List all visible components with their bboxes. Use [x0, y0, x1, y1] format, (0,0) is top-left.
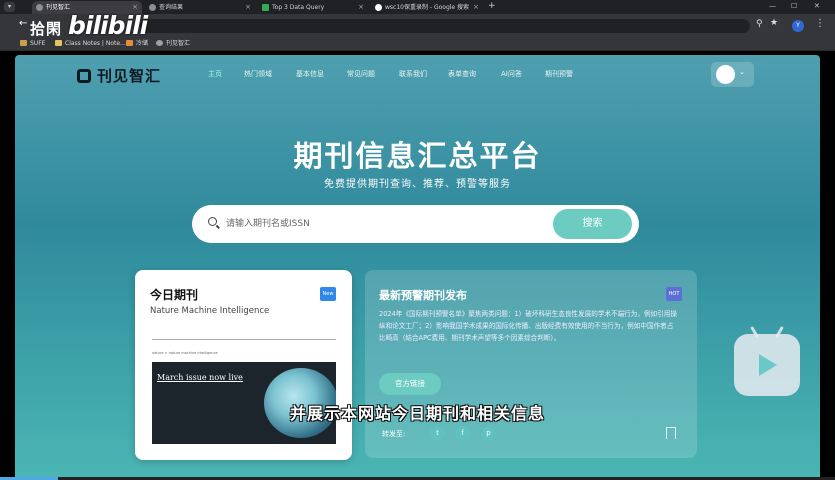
screenshot-heading: March issue now live — [157, 373, 243, 382]
tab-top3-query[interactable]: Top 3 Data Query × — [258, 1, 368, 14]
folder-icon — [20, 40, 27, 46]
nav-home[interactable]: 主页 — [208, 69, 222, 79]
bilibili-logo: bilibili — [68, 11, 148, 40]
tab-query-results[interactable]: 查询结果 × — [145, 1, 255, 14]
tab-google-search[interactable]: wsc10保重录制 - Google 搜索 × — [371, 1, 483, 14]
sheets-favicon-icon — [262, 4, 269, 11]
bilibili-tv-icon — [734, 326, 800, 396]
new-tab-button[interactable]: + — [488, 0, 496, 13]
card-title: 最新预警期刊发布 — [379, 289, 467, 302]
user-menu[interactable]: ⌄ — [711, 62, 754, 87]
facebook-icon[interactable]: f — [455, 426, 470, 441]
bookmark-sufe[interactable]: SUFE — [20, 38, 45, 49]
zoom-icon[interactable]: ⚲ — [756, 19, 763, 29]
google-favicon-icon — [375, 4, 382, 11]
note-icon — [55, 40, 62, 46]
close-window-icon[interactable]: ✕ — [814, 0, 820, 13]
pinterest-icon[interactable]: p — [481, 426, 496, 441]
hot-badge: HOT — [666, 287, 682, 301]
warning-card: 最新预警期刊发布 HOT 2024年《国际期刊预警名单》聚焦两类问题：1）破坏科… — [365, 270, 697, 458]
play-icon — [759, 354, 777, 376]
bookmark-label: 刊见智汇 — [166, 40, 191, 47]
new-badge: New — [320, 287, 336, 301]
journal-name: Nature Machine Intelligence — [150, 306, 270, 316]
hero-subtitle: 免费提供期刊查询、推荐、预警等服务 — [324, 179, 511, 190]
nav-hot-fields[interactable]: 热门领域 — [244, 69, 272, 79]
tab-favicon-icon — [36, 4, 43, 11]
minimize-icon[interactable]: — — [769, 0, 776, 13]
bookmark-kanjian[interactable]: 刊见智汇 — [156, 38, 190, 49]
tab-favicon-icon — [149, 4, 156, 11]
nav-contact[interactable]: 联系我们 — [399, 69, 427, 79]
nav-basic-info[interactable]: 基本信息 — [296, 69, 324, 79]
logo-icon — [77, 69, 91, 83]
back-arrow-icon[interactable]: ← — [19, 18, 27, 29]
warning-text: 2024年《国际期刊预警名单》聚焦两类问题：1）破坏科研生态良性发展的学术不端行… — [379, 310, 677, 342]
bookmark-label: SUFE — [30, 40, 46, 47]
maximize-icon[interactable]: ☐ — [791, 0, 797, 13]
tab-search-button[interactable]: ▾ — [4, 2, 15, 12]
video-subtitle: 并展示本网站今日期刊和相关信息 — [289, 404, 545, 423]
brand-name: 刊见智汇 — [97, 67, 162, 85]
bookmark-label: Class Notes | Note... — [65, 40, 126, 47]
nav-warning[interactable]: 期刊预警 — [545, 69, 573, 79]
bookmark-favicon-icon — [126, 40, 133, 46]
close-tab-icon[interactable]: × — [473, 1, 479, 14]
close-tab-icon[interactable]: × — [245, 1, 251, 14]
search-button[interactable]: 搜索 — [553, 209, 632, 239]
journal-screenshot: nature > nature machine intelligence Mar… — [152, 330, 336, 445]
search-bar: 搜索 — [192, 205, 639, 243]
bookmark-icon[interactable] — [666, 427, 676, 439]
search-icon — [208, 217, 217, 226]
more-menu-icon[interactable]: ⋮ — [815, 18, 825, 29]
today-journal-card[interactable]: 今日期刊 New Nature Machine Intelligence nat… — [135, 270, 352, 460]
search-input[interactable] — [226, 214, 526, 234]
card-title: 今日期刊 — [150, 288, 199, 302]
omnibox[interactable] — [140, 19, 750, 33]
divider — [152, 339, 336, 340]
bookmark-star-icon[interactable]: ★ — [770, 18, 778, 28]
site-logo[interactable]: 刊见智汇 — [77, 65, 161, 86]
share-label: 转发至: — [382, 430, 406, 438]
official-link-button[interactable]: 官方链接 — [379, 373, 441, 395]
globe-icon — [156, 40, 163, 46]
tab-label: Top 3 Data Query — [272, 4, 325, 11]
nav-ai-qa[interactable]: AI问答 — [501, 69, 522, 79]
tab-label: 刊见智汇 — [46, 4, 71, 11]
close-tab-icon[interactable]: × — [358, 1, 364, 14]
bookmark-label: 冷储 — [136, 40, 149, 47]
uploader-watermark: 拾閑 — [30, 20, 63, 38]
twitter-icon[interactable]: t — [430, 426, 445, 441]
site-navbar: 刊见智汇 主页 热门领域 基本信息 常见问题 联系我们 表单查询 AI问答 期刊… — [15, 55, 820, 95]
screenshot-breadcrumb: nature > nature machine intelligence — [152, 351, 218, 355]
tab-label: wsc10保重录制 - Google 搜索 — [385, 4, 470, 11]
nav-form-query[interactable]: 表单查询 — [448, 69, 476, 79]
profile-avatar[interactable]: Y — [792, 20, 804, 32]
chevron-down-icon: ⌄ — [739, 68, 745, 76]
avatar — [716, 65, 735, 84]
tab-label: 查询结果 — [159, 4, 184, 11]
hero-title: 期刊信息汇总平台 — [293, 139, 542, 173]
nav-faq[interactable]: 常见问题 — [347, 69, 375, 79]
